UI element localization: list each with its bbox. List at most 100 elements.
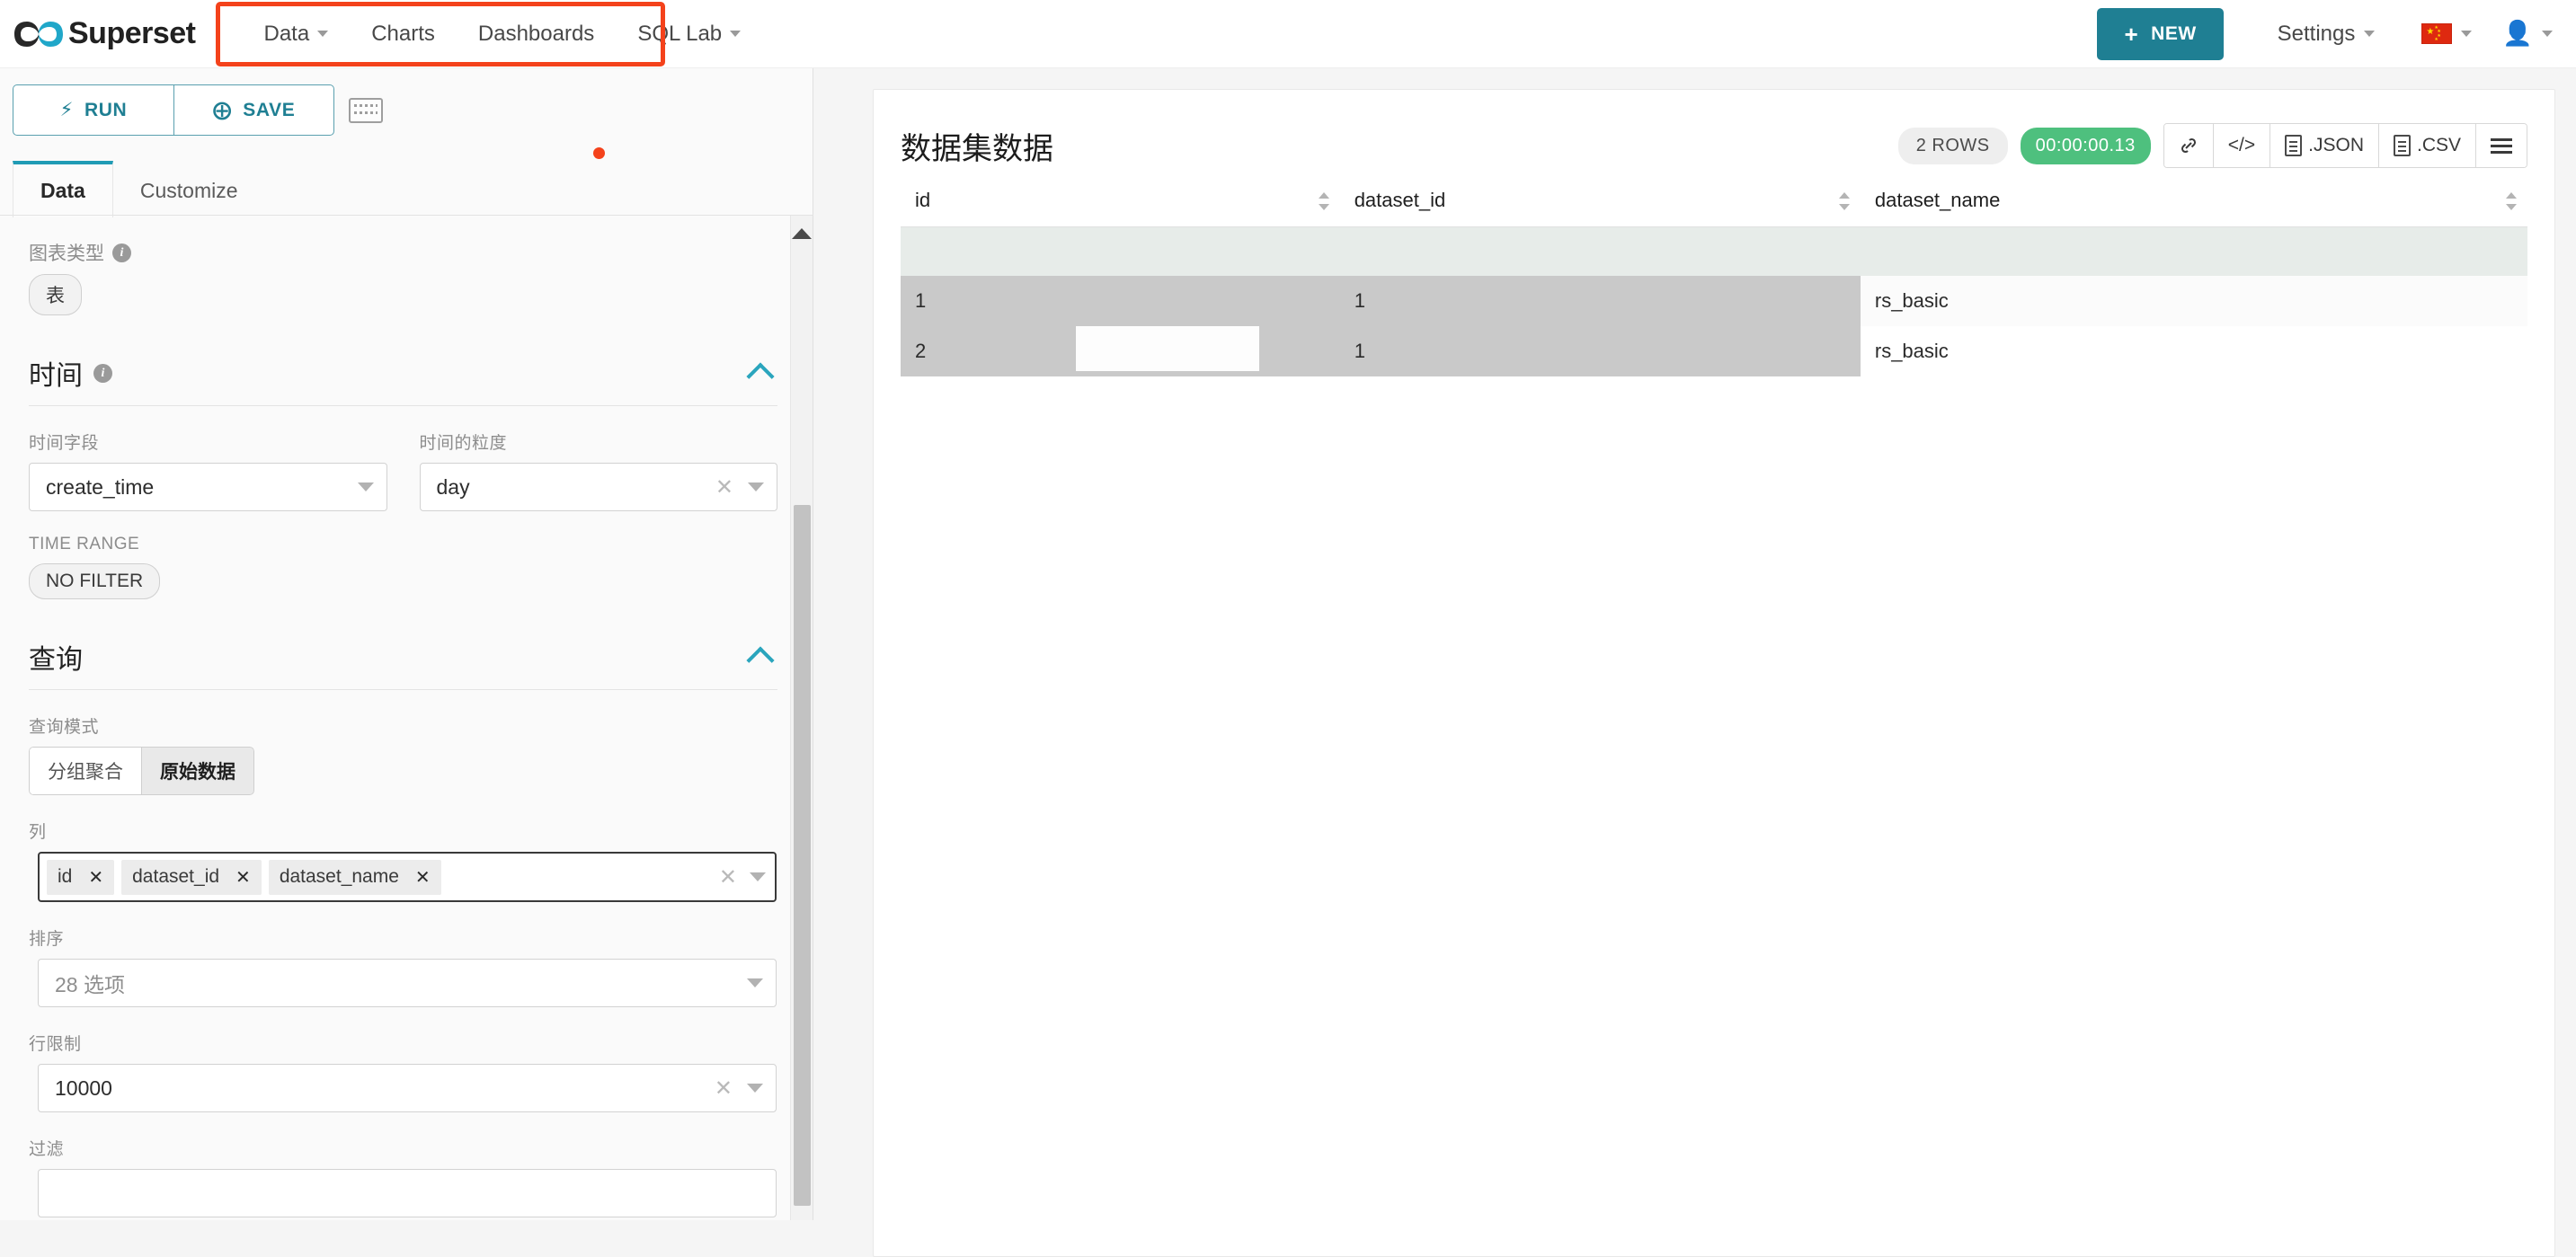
time-grain-field: 时间的粒度 day ✕ xyxy=(419,429,777,511)
chevron-down-icon xyxy=(747,978,763,987)
close-icon[interactable]: ✕ xyxy=(415,866,431,889)
time-column-select[interactable]: create_time xyxy=(29,463,387,511)
time-grain-value: day xyxy=(436,474,470,499)
chevron-up-icon[interactable] xyxy=(746,646,775,675)
run-button[interactable]: ⚡ RUN xyxy=(13,84,173,136)
json-download-button[interactable]: .JSON xyxy=(2270,124,2379,167)
json-label: .JSON xyxy=(2308,135,2364,155)
column-chip[interactable]: dataset_id ✕ xyxy=(121,859,262,895)
chevron-up-icon[interactable] xyxy=(746,362,775,391)
china-flag-icon: ★ ★ ★ ★ ★ xyxy=(2421,23,2453,44)
table-row[interactable]: 1 1 rs_basic xyxy=(901,275,2527,326)
brand[interactable]: Superset xyxy=(13,16,196,52)
column-header-dataset-name[interactable]: dataset_name xyxy=(1860,176,2527,227)
tab-data[interactable]: Data xyxy=(13,161,113,217)
settings-label: Settings xyxy=(2277,21,2356,46)
column-chip-label: dataset_name xyxy=(279,866,399,887)
control-panel: ⚡ RUN ⨁ SAVE Data Customize 图表类型 i 表 时间 … xyxy=(0,68,813,1220)
columns-control: 列 id ✕ dataset_id ✕ dataset_name ✕ ✕ xyxy=(29,819,777,902)
viz-type-label: 图表类型 xyxy=(29,243,104,264)
time-range-value[interactable]: NO FILTER xyxy=(29,563,161,599)
column-chip[interactable]: id ✕ xyxy=(47,859,115,895)
sort-icon[interactable] xyxy=(1838,191,1850,211)
time-section-title-row: 时间 i xyxy=(29,353,112,393)
csv-download-button[interactable]: .CSV xyxy=(2378,124,2476,167)
column-header-label: dataset_name xyxy=(1874,189,2001,211)
new-button[interactable]: + NEW xyxy=(2097,7,2224,60)
save-button[interactable]: ⨁ SAVE xyxy=(173,84,334,136)
column-chip[interactable]: dataset_name ✕ xyxy=(268,859,441,895)
time-range-control: TIME RANGE NO FILTER xyxy=(29,535,777,599)
language-selector[interactable]: ★ ★ ★ ★ ★ xyxy=(2421,23,2473,44)
results-tool-group: </> .JSON .CSV xyxy=(2163,123,2527,168)
save-button-label: SAVE xyxy=(243,99,296,120)
time-grain-select[interactable]: day ✕ xyxy=(419,463,777,511)
query-mode-toggle-group: 分组聚合 原始数据 xyxy=(29,747,254,795)
run-button-label: RUN xyxy=(84,99,128,120)
column-header-dataset-id[interactable]: dataset_id xyxy=(1339,176,1861,227)
ordering-select[interactable]: 28 选项 xyxy=(38,959,777,1007)
workspace: ⚡ RUN ⨁ SAVE Data Customize 图表类型 i 表 时间 … xyxy=(0,68,2576,1257)
results-menu-button[interactable] xyxy=(2476,124,2527,167)
chevron-down-icon[interactable] xyxy=(750,872,766,881)
panel-actions: ⚡ RUN ⨁ SAVE xyxy=(0,68,813,136)
tab-label: Customize xyxy=(139,179,238,202)
query-mode-aggregate[interactable]: 分组聚合 xyxy=(29,747,141,795)
info-icon[interactable]: i xyxy=(93,363,112,383)
arrow-up-icon[interactable] xyxy=(792,228,812,239)
time-section-header[interactable]: 时间 i xyxy=(29,353,777,406)
info-icon[interactable]: i xyxy=(112,243,131,262)
query-section-title-row: 查询 xyxy=(29,637,83,677)
nav-item-label: Dashboards xyxy=(477,21,595,46)
column-header-id[interactable]: id xyxy=(901,176,1340,227)
link-icon[interactable] xyxy=(2163,124,2214,167)
brand-text: Superset xyxy=(68,16,196,50)
settings-menu[interactable]: Settings xyxy=(2258,13,2395,56)
panel-scrollbar[interactable] xyxy=(790,216,813,1220)
plus-circle-icon: ⨁ xyxy=(212,100,233,120)
nav-items: Data Charts Dashboards SQL Lab xyxy=(243,13,763,56)
code-icon[interactable]: </> xyxy=(2213,124,2271,167)
tab-customize[interactable]: Customize xyxy=(113,161,265,217)
navbar-right: + NEW Settings ★ ★ ★ ★ ★ 👤 xyxy=(2097,7,2553,60)
chevron-down-icon xyxy=(748,482,764,491)
close-icon[interactable]: ✕ xyxy=(715,1076,733,1102)
results-pane: 数据集数据 2 ROWS 00:00:00.13 </> .JSON .CSV … xyxy=(873,89,2555,1257)
chevron-down-icon xyxy=(747,1084,763,1093)
time-range-label: TIME RANGE xyxy=(29,535,140,553)
nav-item-charts[interactable]: Charts xyxy=(350,13,457,56)
filters-select[interactable] xyxy=(38,1169,777,1217)
results-table-wrap: id dataset_id dataset_name 1 1 rs_basic … xyxy=(874,176,2554,376)
query-section-title: 查询 xyxy=(29,645,83,675)
plus-icon: + xyxy=(2124,20,2139,48)
sort-icon[interactable] xyxy=(2506,191,2517,211)
scrollbar-thumb[interactable] xyxy=(794,505,811,1206)
tab-label: Data xyxy=(40,179,85,202)
table-header-row: id dataset_id dataset_name xyxy=(901,176,2527,227)
query-section-header[interactable]: 查询 xyxy=(29,637,777,690)
row-limit-label: 行限制 xyxy=(29,1035,82,1054)
user-menu[interactable]: 👤 xyxy=(2502,22,2553,46)
query-mode-raw[interactable]: 原始数据 xyxy=(141,747,254,795)
sort-icon[interactable] xyxy=(1318,191,1329,211)
bolt-icon: ⚡ xyxy=(59,100,75,120)
time-column-value: create_time xyxy=(46,474,155,499)
time-column-label: 时间字段 xyxy=(29,434,100,453)
close-icon[interactable]: ✕ xyxy=(715,474,733,500)
time-section-title: 时间 xyxy=(29,361,83,391)
nav-item-sql-lab[interactable]: SQL Lab xyxy=(616,13,762,56)
close-icon[interactable]: ✕ xyxy=(235,866,251,889)
viz-type-value[interactable]: 表 xyxy=(29,274,82,315)
clear-all-icon[interactable]: ✕ xyxy=(719,864,737,890)
keyboard-icon[interactable] xyxy=(349,97,383,123)
ordering-label: 排序 xyxy=(29,930,65,949)
row-limit-select[interactable]: 10000 ✕ xyxy=(38,1064,777,1112)
menu-icon xyxy=(2491,137,2512,154)
close-icon[interactable]: ✕ xyxy=(88,866,103,889)
nav-item-dashboards[interactable]: Dashboards xyxy=(457,13,616,56)
ordering-control: 排序 28 选项 xyxy=(29,925,777,1007)
rows-badge: 2 ROWS xyxy=(1897,127,2008,164)
nav-item-data[interactable]: Data xyxy=(243,13,351,56)
columns-multiselect[interactable]: id ✕ dataset_id ✕ dataset_name ✕ ✕ xyxy=(38,852,777,902)
cell-dataset-id: 1 xyxy=(1339,325,1861,376)
